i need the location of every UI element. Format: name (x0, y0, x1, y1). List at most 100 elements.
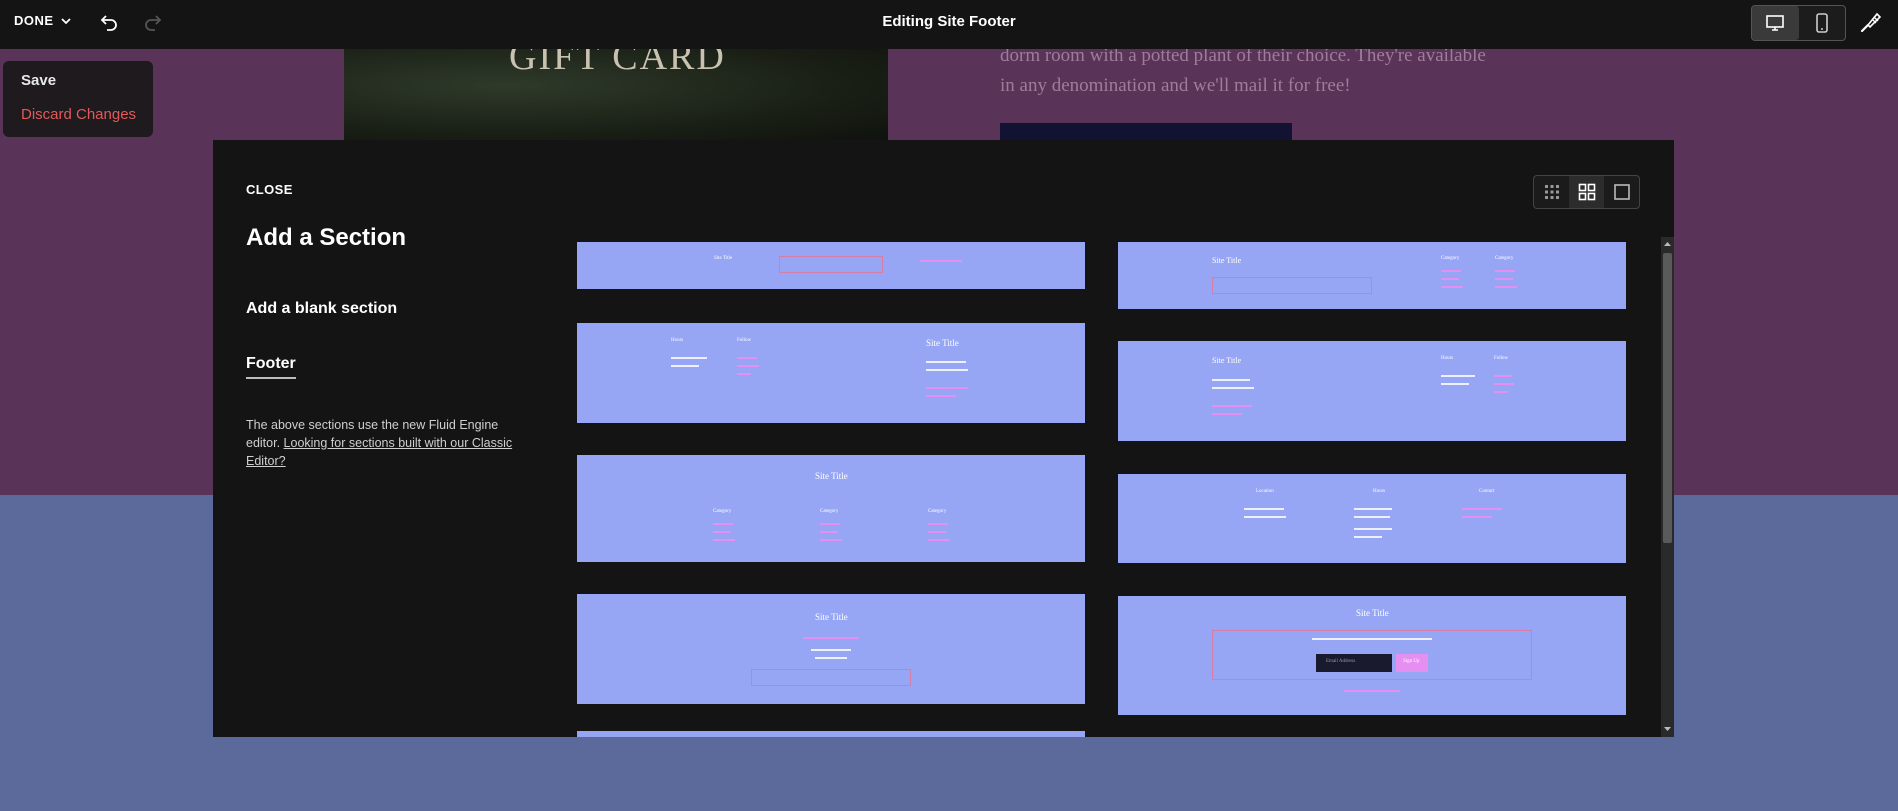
gift-card-image-text: GIFT CARD (509, 49, 726, 78)
thumb-link (928, 539, 950, 541)
footer-thumbnail-1[interactable]: Site Title (577, 242, 1085, 289)
thumb-link (737, 357, 757, 359)
footer-thumbnail-6[interactable]: Location Hours Contact (1118, 474, 1626, 563)
background-paragraph: dorm room with a potted plant of their c… (1000, 41, 1520, 101)
thumb-link (1494, 375, 1512, 377)
thumb-category: Category (1495, 256, 1514, 261)
desktop-icon (1766, 15, 1785, 31)
thumb-link (1495, 270, 1515, 272)
thumb-hours: Hours (1441, 356, 1454, 361)
thumb-form-box (779, 256, 883, 273)
thumb-email-placeholder: Email Address (1326, 659, 1356, 664)
close-button[interactable]: CLOSE (246, 182, 293, 197)
thumb-text-line (1441, 375, 1475, 377)
thumbnail-scrollbar[interactable] (1661, 237, 1674, 737)
thumb-text-line (1212, 379, 1250, 381)
fluid-engine-note: The above sections use the new Fluid Eng… (246, 416, 516, 470)
medium-grid-button[interactable] (1569, 176, 1604, 208)
page-title: Editing Site Footer (882, 13, 1016, 30)
thumb-text-line (1354, 508, 1392, 510)
small-grid-button[interactable] (1534, 176, 1569, 208)
thumb-link (1441, 286, 1463, 288)
thumb-link (737, 365, 759, 367)
thumb-follow: Follow (1494, 356, 1509, 361)
thumb-link (1494, 391, 1508, 393)
square-icon (1613, 184, 1630, 200)
add-blank-section-button[interactable]: Add a blank section (246, 300, 397, 318)
modal-heading: Add a Section (246, 224, 407, 251)
thumb-site-title: Site Title (714, 256, 733, 261)
thumb-link (928, 531, 946, 533)
done-button[interactable]: DONE (14, 13, 72, 28)
category-footer-tab[interactable]: Footer (246, 355, 296, 379)
footer-thumbnail-3[interactable]: Hours Follow Site Title (577, 323, 1085, 423)
thumb-text-line (815, 657, 847, 659)
thumb-text-line (1244, 508, 1284, 510)
thumb-text-line (926, 369, 968, 371)
chevron-down-icon (60, 17, 71, 24)
thumb-category: Category (713, 509, 732, 514)
thumb-text-line (671, 365, 699, 367)
scroll-up-icon[interactable] (1663, 239, 1672, 249)
save-button[interactable]: Save (21, 72, 56, 89)
site-styles-brush-icon[interactable] (1857, 10, 1883, 36)
add-section-modal: CLOSE Add a Section Add a blank section … (213, 140, 1674, 737)
thumb-link (1495, 286, 1517, 288)
footer-thumbnail-8[interactable]: Site Title Email Address Sign Up (1118, 596, 1626, 715)
classic-editor-link[interactable]: Looking for sections built with our Clas… (246, 436, 512, 468)
thumb-link (737, 373, 751, 375)
thumb-contact: Contact (1479, 489, 1495, 494)
gift-card-image: GIFT CARD (344, 49, 888, 140)
thumb-link (713, 539, 735, 541)
thumb-location: Location (1256, 489, 1274, 494)
thumb-form-box (1212, 277, 1372, 294)
thumb-link (1462, 508, 1502, 510)
large-view-button[interactable] (1604, 176, 1639, 208)
desktop-view-button[interactable] (1752, 6, 1799, 40)
footer-thumbnail-2[interactable]: Site Title Category Category (1118, 242, 1626, 309)
thumb-link (1212, 405, 1252, 407)
thumb-text-line (671, 357, 707, 359)
thumb-site-title: Site Title (1356, 608, 1389, 618)
mobile-view-button[interactable] (1799, 6, 1846, 40)
thumb-link (920, 260, 962, 262)
device-toggle (1751, 5, 1846, 41)
mobile-icon (1815, 13, 1828, 33)
redo-icon[interactable] (142, 11, 164, 33)
footer-thumbnail-5[interactable]: Site Title Category Category Category (577, 455, 1085, 562)
done-label: DONE (14, 13, 54, 28)
thumb-site-title: Site Title (815, 471, 848, 481)
thumbnail-size-toggle (1533, 175, 1640, 209)
thumb-link (1212, 413, 1242, 415)
undo-icon[interactable] (98, 11, 120, 33)
scroll-down-icon[interactable] (1663, 724, 1672, 734)
thumb-link (928, 523, 948, 525)
discard-changes-button[interactable]: Discard Changes (21, 106, 136, 123)
thumb-link (820, 539, 842, 541)
footer-thumbnail-9[interactable] (577, 731, 1085, 737)
thumb-category: Category (820, 509, 839, 514)
thumb-link (1441, 278, 1459, 280)
thumb-email-field: Email Address (1316, 654, 1392, 672)
thumb-social-links (803, 637, 859, 639)
thumb-link (926, 387, 968, 389)
thumb-category: Category (1441, 256, 1460, 261)
thumb-form-box (751, 669, 911, 686)
thumb-text-line (811, 649, 851, 651)
thumb-link (1495, 278, 1513, 280)
footer-thumbnail-7[interactable]: Site Title (577, 594, 1085, 704)
thumb-text-line (1354, 528, 1392, 530)
footer-thumbnail-4[interactable]: Site Title Hours Follow (1118, 341, 1626, 441)
thumb-social-links (1344, 690, 1400, 692)
grid-small-icon (1544, 185, 1559, 199)
scroll-thumb[interactable] (1663, 253, 1672, 543)
thumb-text-line (1441, 383, 1469, 385)
thumb-link (1462, 516, 1492, 518)
thumb-site-title: Site Title (1212, 256, 1242, 265)
save-menu: Save Discard Changes (3, 61, 153, 137)
thumb-text-line (926, 361, 966, 363)
thumb-text-line (1212, 387, 1254, 389)
thumb-link (820, 523, 840, 525)
grid-medium-icon (1578, 183, 1595, 201)
thumb-link (1441, 270, 1461, 272)
